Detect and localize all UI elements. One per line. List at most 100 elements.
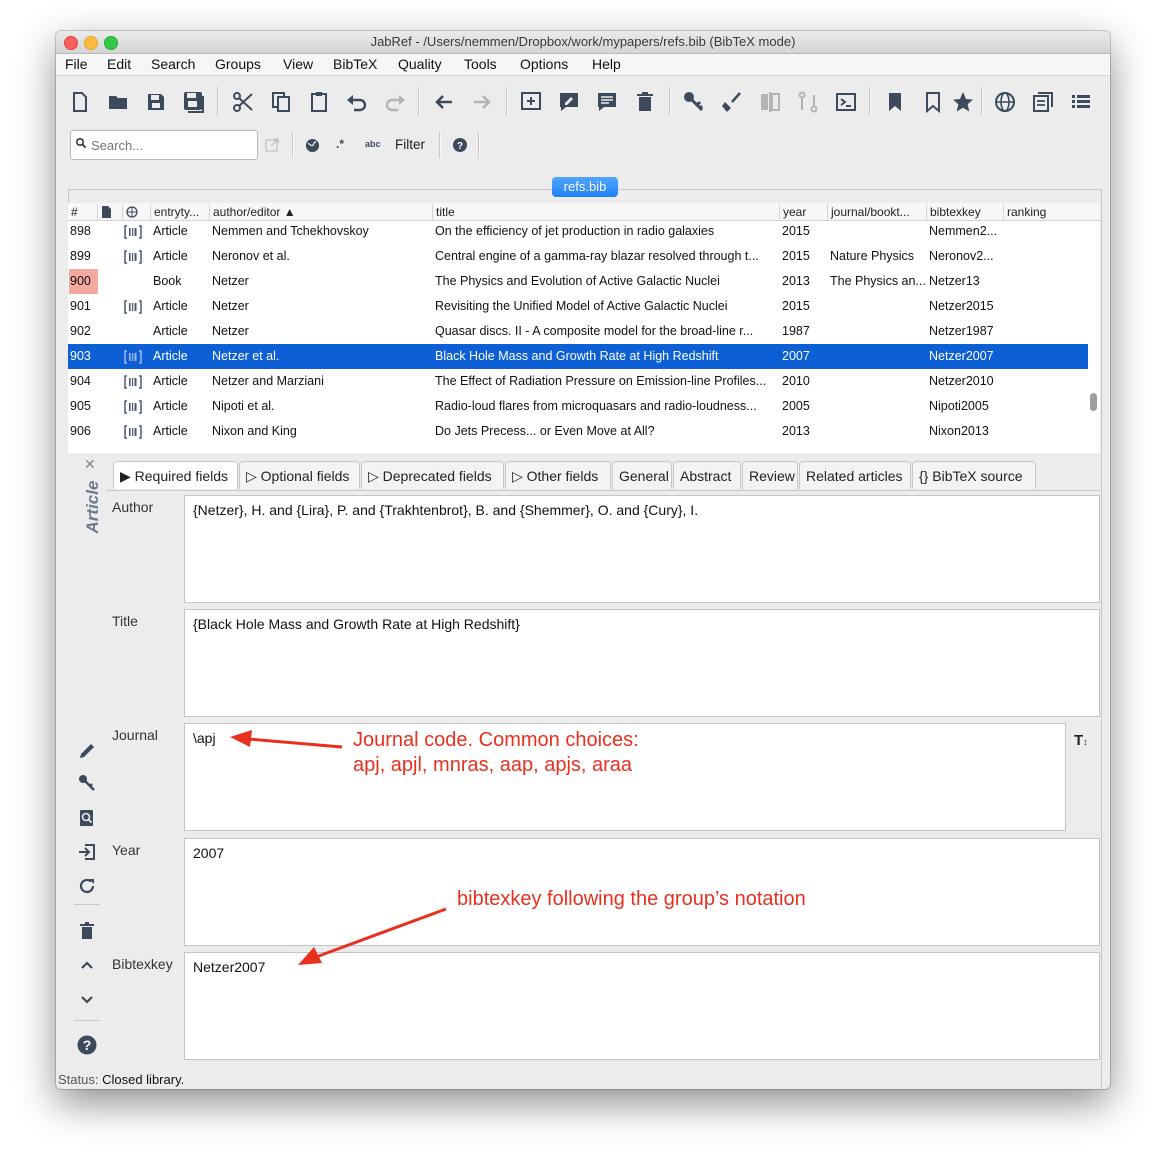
column-header-url[interactable] (122, 204, 150, 220)
table-row[interactable]: 905 Article Nipoti et al. Radio-loud flares… (68, 394, 1088, 419)
tab-optional-fields[interactable]: ▷ Optional fields (239, 461, 360, 489)
tab-general[interactable]: General (612, 461, 672, 489)
globe-icon[interactable] (993, 90, 1017, 114)
library-tab[interactable]: refs.bib (552, 177, 618, 197)
tab-abstract[interactable]: Abstract (673, 461, 741, 489)
tab-bibtex-source[interactable]: {} BibTeX source (912, 461, 1036, 489)
copy-icon[interactable] (269, 90, 293, 114)
paste-icon[interactable] (307, 90, 331, 114)
column-header-file[interactable] (97, 204, 122, 220)
refresh-icon[interactable] (77, 876, 97, 896)
next-entry-icon[interactable] (77, 989, 97, 1009)
entry-preview-icon[interactable] (595, 90, 619, 114)
bookmark-filled-icon[interactable] (883, 90, 907, 114)
table-row[interactable]: 901 Article Netzer Revisiting the Unified M… (68, 294, 1088, 319)
menu-help[interactable]: Help (592, 56, 621, 72)
journal-abbreviation-icon[interactable]: T↕ (1074, 732, 1088, 749)
table-row[interactable]: 898 Article Nemmen and Tchekhovskoy On the … (68, 219, 1088, 244)
entry-table: # entryty... author/editor ▲ title year … (68, 203, 1100, 453)
open-folder-icon[interactable] (106, 90, 130, 114)
doi-link-icon[interactable] (124, 219, 142, 244)
cell-number: 898 (70, 224, 91, 238)
table-row[interactable]: 903 Article Netzer et al. Black Hole Mass a… (68, 344, 1088, 369)
table-scrollbar[interactable] (1090, 393, 1097, 411)
title-field[interactable]: {Black Hole Mass and Growth Rate at High… (184, 609, 1100, 717)
column-header-title[interactable]: title (432, 204, 777, 220)
close-editor-icon[interactable]: ✕ (84, 456, 96, 473)
column-header-year[interactable]: year (779, 204, 826, 220)
list-view-icon[interactable] (1069, 90, 1093, 114)
save-icon[interactable] (144, 90, 168, 114)
redo-icon[interactable] (383, 90, 407, 114)
menu-groups[interactable]: Groups (215, 56, 261, 72)
new-entry-icon[interactable] (519, 90, 543, 114)
import-icon[interactable] (77, 842, 97, 862)
generate-key-icon[interactable] (77, 773, 97, 793)
save-all-icon[interactable] (182, 90, 206, 114)
doi-link-icon[interactable] (124, 369, 142, 394)
library-list-icon[interactable] (1031, 90, 1055, 114)
star-icon[interactable] (951, 90, 975, 114)
column-header-author[interactable]: author/editor ▲ (209, 204, 431, 220)
case-sensitive-toggle[interactable]: abc (365, 139, 381, 149)
bookmark-outline-icon[interactable] (921, 90, 945, 114)
column-header-journal[interactable]: journal/bookt... (827, 204, 925, 220)
column-header-ranking[interactable]: ranking (1003, 204, 1085, 220)
trash-icon[interactable] (77, 921, 97, 941)
table-row[interactable]: 899 Article Neronov et al. Central engine o… (68, 244, 1088, 269)
table-row[interactable]: 902 Article Netzer Quasar discs. II - A com… (68, 319, 1088, 344)
global-search-icon[interactable] (305, 138, 320, 153)
terminal-icon[interactable] (834, 90, 858, 114)
author-field[interactable]: {Netzer}, H. and {Lira}, P. and {Trakhte… (184, 495, 1100, 603)
column-header-number[interactable]: # (68, 204, 97, 220)
menu-search[interactable]: Search (151, 56, 195, 72)
back-arrow-icon[interactable] (432, 90, 456, 114)
menu-file[interactable]: File (65, 56, 88, 72)
tab-other-fields[interactable]: ▷ Other fields (505, 461, 611, 489)
tab-review[interactable]: Review (742, 461, 798, 489)
menu-options[interactable]: Options (520, 56, 568, 72)
column-header-entrytype[interactable]: entryty... (150, 204, 208, 220)
merge-entries-icon[interactable] (758, 90, 782, 114)
column-header-bibtexkey[interactable]: bibtexkey (926, 204, 1003, 220)
lookup-document-icon[interactable] (77, 808, 97, 828)
doi-link-icon[interactable] (124, 294, 142, 319)
undo-icon[interactable] (345, 90, 369, 114)
table-row[interactable]: 906 Article Nixon and King Do Jets Precess.… (68, 419, 1088, 444)
menu-bibtex[interactable]: BibTeX (333, 56, 377, 72)
table-row[interactable]: 900 Book Netzer The Physics and Evolution o… (68, 269, 1088, 294)
zoom-window-button[interactable] (104, 36, 118, 50)
key-icon[interactable] (682, 90, 706, 114)
tab-deprecated-fields[interactable]: ▷ Deprecated fields (361, 461, 504, 489)
table-row[interactable]: 904 Article Netzer and Marziani The Effect … (68, 369, 1088, 394)
help-icon[interactable]: ? (77, 1035, 97, 1055)
edit-pencil-icon[interactable] (77, 741, 97, 761)
filter-toggle[interactable]: Filter (395, 137, 425, 152)
close-window-button[interactable] (64, 36, 78, 50)
cut-icon[interactable] (231, 90, 255, 114)
forward-arrow-icon[interactable] (470, 90, 494, 114)
doi-link-icon[interactable] (124, 394, 142, 419)
edit-entry-icon[interactable] (557, 90, 581, 114)
search-help-icon[interactable]: ? (453, 138, 467, 152)
cleanup-broom-icon[interactable] (720, 90, 744, 114)
previous-entry-icon[interactable] (77, 955, 97, 975)
minimize-window-button[interactable] (84, 36, 98, 50)
menu-tools[interactable]: Tools (464, 56, 497, 72)
delete-icon[interactable] (633, 90, 657, 114)
search-input[interactable] (89, 135, 253, 155)
open-external-icon[interactable] (264, 137, 280, 153)
doi-link-icon[interactable] (124, 419, 142, 444)
menu-quality[interactable]: Quality (398, 56, 442, 72)
search-field[interactable] (70, 130, 258, 160)
git-compare-icon[interactable] (796, 90, 820, 114)
menu-bar: File Edit Search Groups View BibTeX Qual… (56, 54, 1110, 76)
new-library-icon[interactable] (68, 90, 92, 114)
doi-link-icon[interactable] (124, 244, 142, 269)
tab-related-articles[interactable]: Related articles (799, 461, 911, 489)
tab-required-fields[interactable]: ▶︎ Required fields (113, 461, 238, 489)
regex-toggle[interactable]: .* (336, 137, 344, 151)
menu-edit[interactable]: Edit (107, 56, 131, 72)
menu-view[interactable]: View (283, 56, 313, 72)
doi-link-icon[interactable] (124, 344, 142, 369)
